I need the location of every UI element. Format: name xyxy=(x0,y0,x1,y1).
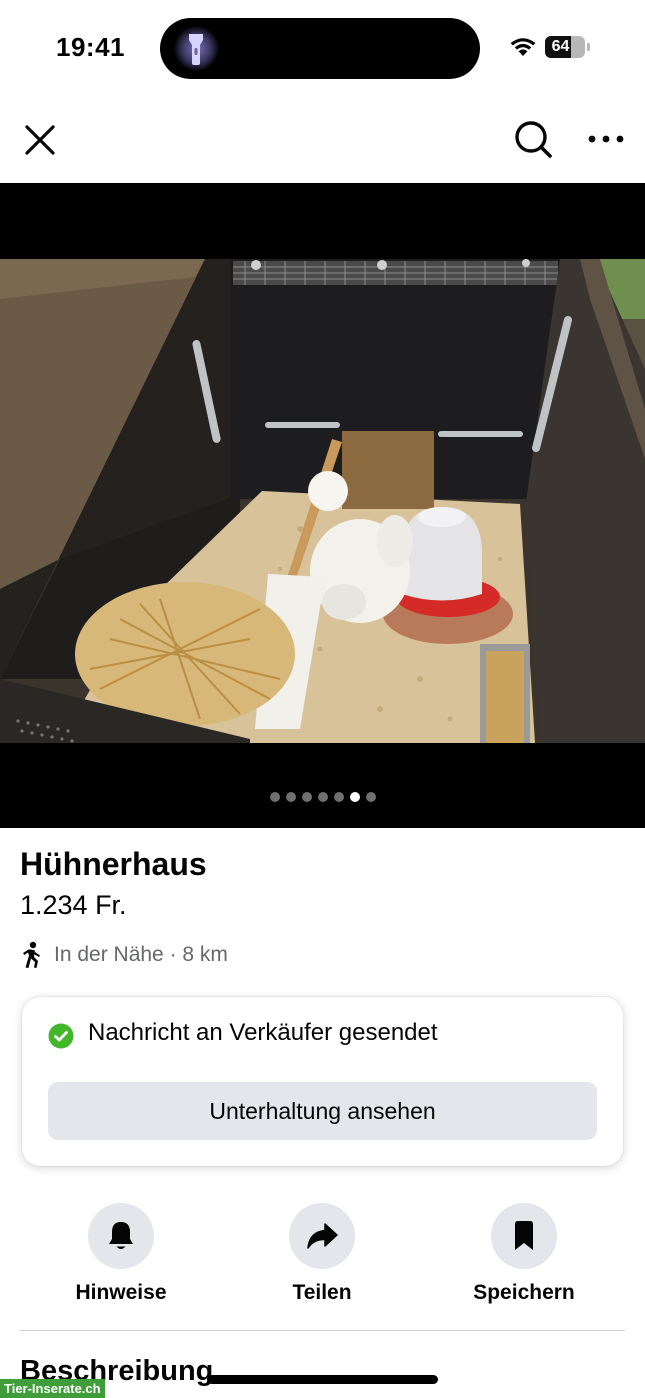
section-divider xyxy=(20,1330,625,1331)
chicken-coop-photo xyxy=(0,259,645,743)
save-label: Speichern xyxy=(473,1281,575,1304)
location-row: In der Nähe · 8 km xyxy=(20,940,228,970)
pager-dot[interactable] xyxy=(269,792,280,802)
battery-nub xyxy=(587,43,590,51)
save-action[interactable]: Speichern xyxy=(449,1203,599,1305)
gallery-pager[interactable] xyxy=(0,792,645,804)
search-icon xyxy=(515,121,552,158)
save-circle[interactable] xyxy=(491,1203,557,1269)
listing-photo[interactable] xyxy=(0,259,645,743)
search-button[interactable] xyxy=(512,118,554,160)
location-text: In der Nähe · 8 km xyxy=(54,943,228,966)
status-time: 19:41 xyxy=(56,32,125,62)
alerts-circle[interactable] xyxy=(88,1203,154,1269)
pager-dot[interactable] xyxy=(317,792,328,802)
share-label: Teilen xyxy=(292,1281,352,1304)
alerts-label: Hinweise xyxy=(75,1281,167,1304)
pager-dot[interactable] xyxy=(365,792,376,802)
share-action[interactable]: Teilen xyxy=(247,1203,397,1305)
home-indicator[interactable] xyxy=(207,1375,438,1384)
view-conversation-button[interactable]: Unterhaltung ansehen xyxy=(48,1082,597,1140)
message-sent-card: Nachricht an Verkäufer gesendet Unterhal… xyxy=(22,997,623,1166)
dynamic-island xyxy=(160,18,480,79)
pager-dot[interactable] xyxy=(285,792,296,802)
bookmark-icon xyxy=(515,1221,533,1250)
flashlight-icon xyxy=(189,34,203,65)
more-horizontal-icon xyxy=(588,135,624,143)
photo-gallery[interactable] xyxy=(0,183,645,828)
bell-icon xyxy=(109,1222,133,1249)
battery-indicator: 64 xyxy=(545,36,585,58)
close-icon xyxy=(25,125,55,155)
listing-price: 1.234 Fr. xyxy=(20,890,127,920)
pager-dot[interactable] xyxy=(333,792,344,802)
check-circle-icon xyxy=(48,1023,74,1049)
more-options-button[interactable] xyxy=(586,124,626,154)
close-button[interactable] xyxy=(20,120,60,160)
pager-dot[interactable] xyxy=(301,792,312,802)
share-arrow-icon xyxy=(307,1223,338,1249)
status-bar: 19:41 64 xyxy=(0,0,645,96)
pager-dot[interactable] xyxy=(349,792,360,802)
watermark-logo: Tier-Inserate.ch xyxy=(0,1379,105,1398)
battery-level: 64 xyxy=(551,38,570,55)
message-status-text: Nachricht an Verkäufer gesendet xyxy=(88,1019,438,1046)
alerts-action[interactable]: Hinweise xyxy=(46,1203,196,1305)
walking-person-icon xyxy=(23,941,40,968)
share-circle[interactable] xyxy=(289,1203,355,1269)
wifi-icon xyxy=(510,38,536,56)
listing-title: Hühnerhaus xyxy=(20,846,207,882)
